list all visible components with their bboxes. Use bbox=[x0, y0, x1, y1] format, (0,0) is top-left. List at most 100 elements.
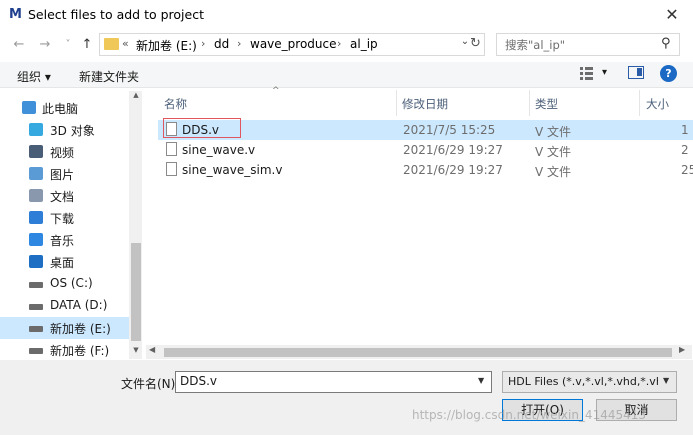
download-icon bbox=[29, 211, 43, 224]
column-divider[interactable] bbox=[396, 90, 397, 116]
breadcrumb-overflow[interactable]: « bbox=[122, 37, 129, 50]
sort-ascending-icon: ^ bbox=[272, 86, 280, 96]
breadcrumb-separator[interactable]: › bbox=[337, 37, 341, 50]
desktop-icon bbox=[29, 255, 43, 268]
file-type-filter[interactable]: HDL Files (*.v,*.vl,*.vhd,*.vhdl, ▼ bbox=[502, 371, 677, 393]
documents-icon bbox=[29, 189, 43, 202]
sidebar-item[interactable]: 视频 bbox=[0, 141, 129, 163]
file-date: 2021/7/5 15:25 bbox=[403, 123, 496, 137]
column-header-type[interactable]: 类型 bbox=[535, 96, 558, 112]
chevron-down-icon[interactable]: ▼ bbox=[663, 376, 669, 385]
folder-icon bbox=[104, 38, 119, 50]
view-options-dropdown[interactable]: ▾ bbox=[602, 67, 607, 78]
scroll-right-icon[interactable]: ▶ bbox=[679, 345, 685, 354]
file-size: 25 bbox=[681, 163, 693, 177]
file-type-value[interactable]: HDL Files (*.v,*.vl,*.vhd,*.vhdl, bbox=[508, 375, 658, 388]
file-name: sine_wave.v bbox=[182, 143, 256, 157]
breadcrumb-drive[interactable]: 新加卷 (E:) bbox=[136, 37, 197, 54]
sidebar-scroll-thumb[interactable] bbox=[131, 243, 141, 341]
sidebar-item-label: 文档 bbox=[50, 190, 75, 204]
computer-icon bbox=[22, 101, 36, 114]
music-icon bbox=[29, 233, 43, 246]
pictures-icon bbox=[29, 167, 43, 180]
sidebar-item-label: 3D 对象 bbox=[50, 124, 95, 138]
file-name: sine_wave_sim.v bbox=[182, 163, 283, 177]
filename-label: 文件名(N): bbox=[121, 377, 180, 391]
forward-button[interactable]: → bbox=[35, 36, 55, 54]
video-icon bbox=[29, 145, 43, 158]
recent-locations-button[interactable]: ˅ bbox=[58, 36, 78, 54]
file-type: V 文件 bbox=[535, 145, 572, 159]
sidebar-item-label: 此电脑 bbox=[42, 102, 79, 116]
sidebar-item-label: 视频 bbox=[50, 146, 75, 160]
breadcrumb-separator[interactable]: › bbox=[201, 37, 205, 50]
preview-pane-icon[interactable] bbox=[628, 66, 644, 79]
search-box[interactable]: 搜索"al_ip" ⚲ bbox=[496, 33, 680, 56]
cube-3d-icon bbox=[29, 123, 43, 136]
breadcrumb-wave-produce[interactable]: wave_produce bbox=[250, 37, 336, 51]
watermark: https://blog.csdn.net/weixin_41445413 bbox=[412, 408, 647, 422]
new-folder-button[interactable]: 新建文件夹 bbox=[79, 68, 139, 85]
sidebar-item[interactable]: 此电脑 bbox=[0, 97, 129, 119]
organize-button[interactable]: 组织 ▾ bbox=[17, 68, 51, 85]
breadcrumb-al-ip[interactable]: al_ip bbox=[350, 37, 378, 51]
search-input[interactable]: 搜索"al_ip" bbox=[505, 37, 565, 53]
drive-icon bbox=[29, 348, 43, 354]
refresh-icon[interactable]: ↻ bbox=[466, 33, 485, 56]
view-options-icon[interactable] bbox=[580, 66, 604, 80]
scroll-down-icon[interactable]: ▼ bbox=[131, 346, 141, 358]
sidebar-item[interactable]: DATA (D:) bbox=[0, 295, 129, 317]
column-header-date[interactable]: 修改日期 bbox=[402, 96, 448, 112]
column-header-size[interactable]: 大小 bbox=[646, 96, 669, 112]
sidebar-item-label: 新加卷 (E:) bbox=[50, 322, 111, 336]
drive-icon bbox=[29, 304, 43, 310]
file-row[interactable]: sine_wave.v 2021/6/29 19:27 V 文件 2 bbox=[158, 140, 693, 160]
up-button[interactable]: ↑ bbox=[77, 36, 97, 54]
file-date: 2021/6/29 19:27 bbox=[403, 143, 503, 157]
back-button[interactable]: ← bbox=[9, 36, 29, 54]
sidebar-item[interactable]: 桌面 bbox=[0, 251, 129, 273]
sidebar-item-label: 新加卷 (F:) bbox=[50, 344, 110, 358]
sidebar-item[interactable]: 新加卷 (F:) bbox=[0, 339, 129, 361]
column-header-name[interactable]: 名称 bbox=[164, 96, 187, 112]
address-bar[interactable]: « 新加卷 (E:) › dd › wave_produce › al_ip bbox=[99, 33, 485, 56]
sidebar-item[interactable]: 图片 bbox=[0, 163, 129, 185]
drive-icon bbox=[29, 326, 43, 332]
sidebar-item-label: 音乐 bbox=[50, 234, 75, 248]
file-type: V 文件 bbox=[535, 125, 572, 139]
file-size: 2 bbox=[681, 143, 689, 157]
file-icon bbox=[166, 142, 177, 156]
sidebar-item[interactable]: 音乐 bbox=[0, 229, 129, 251]
help-icon[interactable]: ? bbox=[660, 65, 677, 82]
search-icon[interactable]: ⚲ bbox=[661, 36, 671, 51]
column-divider[interactable] bbox=[529, 90, 530, 116]
drive-os-icon bbox=[29, 282, 43, 288]
sidebar-item[interactable]: 文档 bbox=[0, 185, 129, 207]
breadcrumb-dd[interactable]: dd bbox=[214, 37, 229, 51]
sidebar-item-label: 图片 bbox=[50, 168, 75, 182]
sidebar-item-label: OS (C:) bbox=[50, 276, 93, 290]
sidebar-item[interactable]: OS (C:) bbox=[0, 273, 129, 295]
horizontal-scroll-thumb[interactable] bbox=[164, 348, 672, 357]
filename-value[interactable]: DDS.v bbox=[180, 374, 217, 388]
sidebar-item[interactable]: 下载 bbox=[0, 207, 129, 229]
file-row[interactable]: sine_wave_sim.v 2021/6/29 19:27 V 文件 25 bbox=[158, 160, 693, 180]
window-title: Select files to add to project bbox=[28, 7, 204, 22]
scroll-up-icon[interactable]: ▲ bbox=[131, 91, 141, 103]
app-logo-icon: M bbox=[9, 7, 22, 22]
sidebar-item-label: 下载 bbox=[50, 212, 75, 226]
column-divider[interactable] bbox=[639, 90, 640, 116]
filename-field[interactable]: DDS.v ▼ bbox=[175, 371, 492, 393]
file-icon bbox=[166, 162, 177, 176]
sidebar-item-label: 桌面 bbox=[50, 256, 75, 270]
file-type: V 文件 bbox=[535, 165, 572, 179]
breadcrumb-separator[interactable]: › bbox=[237, 37, 241, 50]
scroll-left-icon[interactable]: ◀ bbox=[149, 345, 155, 354]
close-button[interactable]: ✕ bbox=[660, 4, 684, 26]
file-size: 1 bbox=[681, 123, 689, 137]
chevron-down-icon[interactable]: ▼ bbox=[478, 376, 484, 385]
file-date: 2021/6/29 19:27 bbox=[403, 163, 503, 177]
focus-highlight bbox=[163, 118, 241, 138]
sidebar-item[interactable]: 新加卷 (E:) bbox=[0, 317, 129, 339]
sidebar-item[interactable]: 3D 对象 bbox=[0, 119, 129, 141]
